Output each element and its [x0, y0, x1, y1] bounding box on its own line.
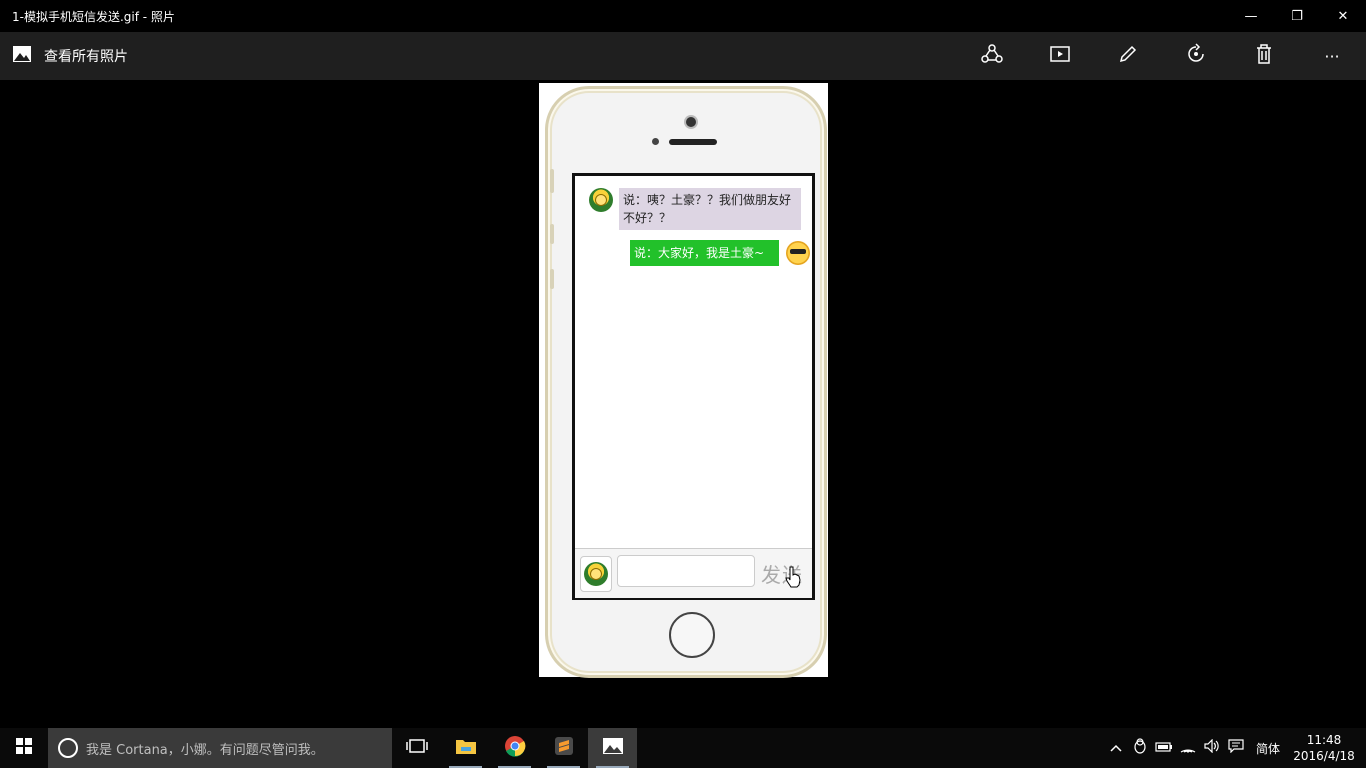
network-button[interactable]: [1176, 728, 1200, 768]
slideshow-button[interactable]: [1026, 32, 1094, 80]
restore-icon: ❐: [1291, 8, 1303, 24]
view-all-photos-label: 查看所有照片: [44, 49, 128, 65]
slideshow-icon: [1049, 43, 1071, 69]
share-icon: [981, 43, 1003, 69]
message-bubble-right: 说：大家好，我是土豪~: [630, 240, 779, 266]
close-button[interactable]: ✕: [1320, 0, 1366, 32]
message-input[interactable]: [617, 555, 755, 587]
clock-time: 11:48: [1306, 733, 1342, 747]
minimize-button[interactable]: —: [1228, 0, 1274, 32]
rotate-button[interactable]: [1162, 32, 1230, 80]
action-center-button[interactable]: [1224, 728, 1248, 768]
phone-screen: 说：咦？土豪？？我们做朋友好不好？？ 说：大家好，我是土豪~ 发送: [572, 173, 815, 600]
input-method-indicator[interactable]: 简体: [1248, 740, 1288, 757]
phone-sensor: [652, 138, 659, 145]
photos-collection-icon: [12, 44, 32, 68]
chrome-icon: [504, 735, 526, 761]
wifi-icon: [1179, 739, 1197, 757]
cortana-icon: [58, 738, 78, 758]
volume-button[interactable]: [1200, 728, 1224, 768]
sublime-text-button[interactable]: [539, 728, 588, 768]
notification-icon: [1228, 739, 1244, 757]
photos-button[interactable]: [588, 728, 637, 768]
message-bubble-left: 说：咦？土豪？？我们做朋友好不好？？: [619, 188, 801, 230]
system-tray: 简体 11:48 2016/4/18: [1104, 728, 1366, 768]
battery-button[interactable]: [1152, 728, 1176, 768]
restore-button[interactable]: ❐: [1274, 0, 1320, 32]
edit-icon: [1117, 43, 1139, 69]
sublime-text-icon: [554, 736, 574, 760]
avatar-select-button[interactable]: [580, 556, 612, 592]
chrome-button[interactable]: [490, 728, 539, 768]
file-explorer-button[interactable]: [441, 728, 490, 768]
app-toolbar: 查看所有照片 ···: [0, 32, 1366, 80]
chevron-up-icon: [1110, 741, 1122, 756]
start-button[interactable]: [0, 728, 48, 768]
compose-bar: 发送: [575, 548, 812, 598]
phone-side-button: [550, 224, 554, 244]
window-title-bar: 1-模拟手机短信发送.gif - 照片 — ❐ ✕: [0, 0, 1366, 32]
speaker-icon: [1204, 738, 1220, 757]
clock[interactable]: 11:48 2016/4/18: [1288, 732, 1360, 764]
qq-tray-button[interactable]: [1128, 728, 1152, 768]
clock-date: 2016/4/18: [1293, 749, 1355, 763]
cortana-search-box[interactable]: 我是 Cortana，小娜。有问题尽管问我。: [48, 728, 392, 768]
minimize-icon: —: [1244, 8, 1258, 24]
more-icon: ···: [1324, 46, 1340, 66]
battery-icon: [1155, 741, 1173, 756]
taskbar: 我是 Cortana，小娜。有问题尽管问我。 简体 11:48 2016/4/1…: [0, 728, 1366, 768]
cool-face-avatar-icon: [786, 241, 810, 265]
more-button[interactable]: ···: [1298, 32, 1366, 80]
penguin-icon: [1134, 738, 1146, 758]
message-list: 说：咦？土豪？？我们做朋友好不好？？ 说：大家好，我是土豪~: [575, 176, 812, 548]
window-title: 1-模拟手机短信发送.gif - 照片: [12, 9, 175, 24]
close-icon: ✕: [1337, 8, 1349, 24]
photos-icon: [602, 737, 624, 759]
task-view-icon: [405, 738, 428, 758]
delete-icon: [1253, 43, 1275, 69]
photo-viewer: 说：咦？土豪？？我们做朋友好不好？？ 说：大家好，我是土豪~ 发送: [0, 80, 1366, 728]
show-hidden-icons-button[interactable]: [1104, 728, 1128, 768]
search-placeholder: 我是 Cortana，小娜。有问题尽管问我。: [86, 742, 324, 758]
phone-speaker: [669, 139, 717, 145]
delete-button[interactable]: [1230, 32, 1298, 80]
phone-frame: 说：咦？土豪？？我们做朋友好不好？？ 说：大家好，我是土豪~ 发送: [545, 86, 827, 678]
hand-cursor-icon: [785, 566, 801, 588]
view-all-photos-button[interactable]: 查看所有照片: [0, 32, 128, 80]
share-button[interactable]: [958, 32, 1026, 80]
displayed-photo: 说：咦？土豪？？我们做朋友好不好？？ 说：大家好，我是土豪~ 发送: [539, 83, 828, 678]
rotate-icon: [1185, 43, 1207, 69]
phone-home-button: [669, 612, 715, 658]
phone-side-button: [550, 169, 554, 193]
phone-camera: [686, 117, 696, 127]
windows-logo-icon: [16, 738, 32, 758]
turtle-avatar-icon: [584, 562, 608, 586]
edit-button[interactable]: [1094, 32, 1162, 80]
task-view-button[interactable]: [392, 728, 441, 768]
file-explorer-icon: [455, 737, 477, 759]
turtle-avatar-icon: [589, 188, 613, 212]
phone-side-button: [550, 269, 554, 289]
show-desktop-button[interactable]: [1360, 728, 1366, 768]
